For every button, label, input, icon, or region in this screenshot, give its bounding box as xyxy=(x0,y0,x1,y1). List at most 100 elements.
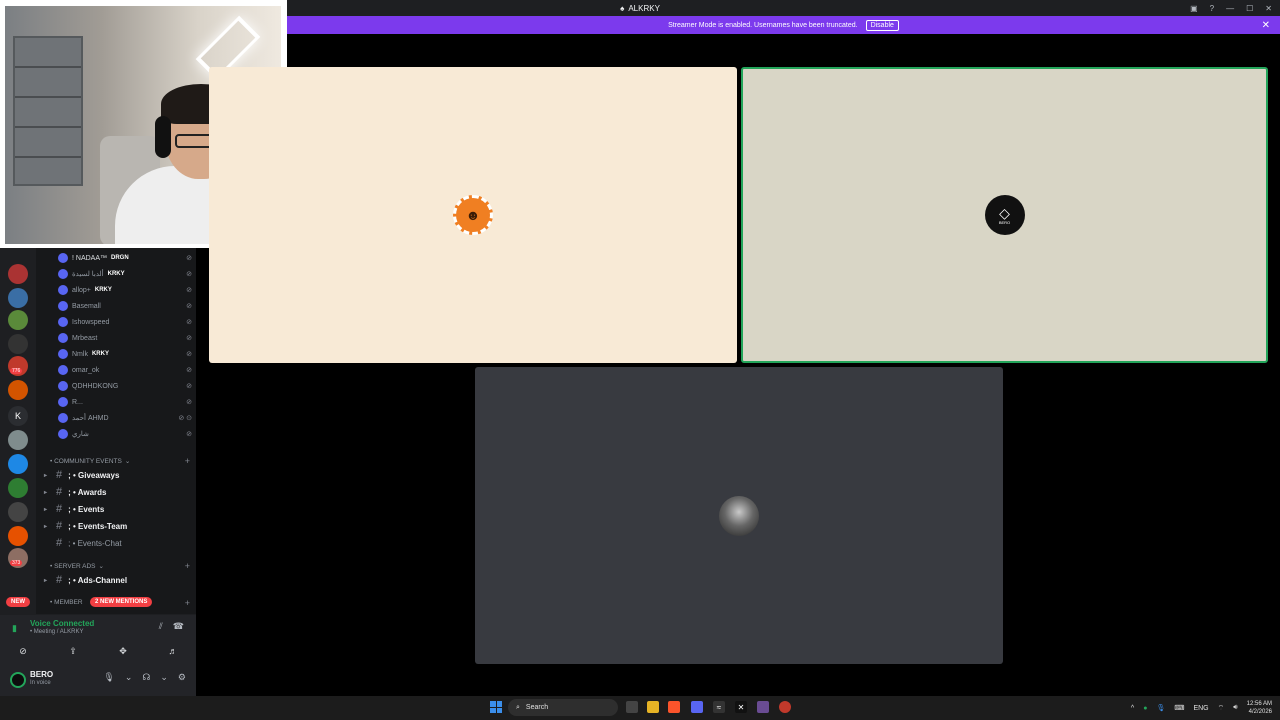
chevron-up-icon[interactable]: ^ xyxy=(1131,705,1134,712)
microphone-icon[interactable]: 🎙︎ xyxy=(103,672,114,683)
microphone-icon[interactable]: 🎙︎ xyxy=(1156,704,1165,712)
participant-tile-speaking[interactable]: ◇ BERO xyxy=(741,67,1268,363)
status-dot-icon[interactable]: ● xyxy=(1143,705,1147,712)
member-item[interactable]: Basemall ⊘ xyxy=(58,299,192,313)
category-community-events[interactable]: • COMMUNITY EVENTS ⌄ + xyxy=(50,456,190,466)
new-mentions-badge[interactable]: 2 NEW MENTIONS xyxy=(90,597,153,607)
server-icon[interactable] xyxy=(8,526,28,546)
close-button[interactable]: ✕ xyxy=(1265,4,1272,13)
gear-icon[interactable]: ⚙ xyxy=(178,672,186,683)
hash-icon: # xyxy=(56,503,63,515)
server-icon[interactable] xyxy=(8,264,28,284)
mention-count-badge: 776 xyxy=(10,368,23,374)
member-item[interactable]: omar_ok ⊘ xyxy=(58,363,192,377)
voice-status-title[interactable]: Voice Connected xyxy=(30,619,94,628)
member-item[interactable]: Mrbeast ⊘ xyxy=(58,331,192,345)
add-channel-icon[interactable]: + xyxy=(185,598,190,608)
server-icon[interactable] xyxy=(8,334,28,354)
username[interactable]: BERO xyxy=(30,670,53,679)
window-controls: ▣ ? — ☐ ✕ xyxy=(1190,0,1272,16)
server-icon[interactable] xyxy=(8,288,28,308)
disable-button[interactable]: Disable xyxy=(865,19,899,31)
member-item[interactable]: allop+ KRKY ⊘ xyxy=(58,283,192,297)
avatar xyxy=(58,349,68,359)
user-status: In voice xyxy=(30,680,51,686)
help-icon[interactable]: ? xyxy=(1210,4,1214,13)
muted-icon: ⊘ xyxy=(186,255,192,262)
server-icon[interactable] xyxy=(8,502,28,522)
clock[interactable]: 12:56 AM 4/2/2026 xyxy=(1247,700,1272,716)
new-badge[interactable]: NEW xyxy=(6,597,30,607)
maximize-button[interactable]: ☐ xyxy=(1246,4,1253,13)
server-icon[interactable] xyxy=(8,454,28,474)
channel-events-chat[interactable]: #; • Events-Chat xyxy=(44,535,184,551)
headphones-icon[interactable]: ☊ xyxy=(142,672,150,683)
muted-icon: ⊘ xyxy=(186,399,192,406)
activities-button[interactable]: ✥ xyxy=(108,643,138,659)
member-item[interactable]: ألدبا لسيدة KRKY ⊘ xyxy=(58,267,192,281)
wifi-icon[interactable]: ⌔ xyxy=(1218,704,1225,713)
member-item[interactable]: QDHHDKONG ⊘ xyxy=(58,379,192,393)
participant-tile[interactable]: ☻ xyxy=(209,67,737,363)
app-icon[interactable]: ≈ xyxy=(713,701,725,713)
inbox-icon[interactable]: ▣ xyxy=(1190,4,1198,13)
noise-suppression-icon[interactable]: ⫽ xyxy=(159,621,163,632)
server-icon[interactable] xyxy=(8,380,28,400)
screen-share-button[interactable]: ⇪ xyxy=(58,643,88,659)
camera-off-button[interactable]: ⊘ xyxy=(8,643,38,659)
participant-avatar xyxy=(719,495,759,536)
hash-icon: # xyxy=(56,486,63,498)
soundboard-button[interactable]: ♬ xyxy=(158,643,188,659)
keyboard-icon[interactable]: ⌨ xyxy=(1174,704,1184,712)
add-channel-icon[interactable]: + xyxy=(185,561,190,571)
member-item[interactable]: شاري ⊘ xyxy=(58,427,192,441)
member-item[interactable]: ! NADAA™ DRGN ⊘ xyxy=(58,251,192,265)
avatar xyxy=(58,333,68,343)
member-item[interactable]: R... ⊘ xyxy=(58,395,192,409)
channel-giveaways[interactable]: ▸ #; • Giveaways xyxy=(44,467,184,483)
server-icon[interactable] xyxy=(8,478,28,498)
chevron-down-icon[interactable]: ⌄ xyxy=(160,672,168,683)
muted-icon: ⊘ xyxy=(186,335,192,342)
language-indicator[interactable]: ENG xyxy=(1193,705,1208,712)
app-icon[interactable] xyxy=(779,701,791,713)
app-icon[interactable]: ✕ xyxy=(735,701,747,713)
channel-ads-channel[interactable]: ▸ #; • Ads-Channel xyxy=(44,572,184,588)
participant-tile[interactable] xyxy=(475,367,1003,664)
file-explorer-icon[interactable] xyxy=(647,701,659,713)
server-icon[interactable] xyxy=(8,310,28,330)
app-icon[interactable] xyxy=(757,701,769,713)
channel-events-team[interactable]: ▸ #; • Events-Team xyxy=(44,518,184,534)
server-icon-k[interactable]: K xyxy=(8,406,28,426)
volume-icon[interactable]: 🔊︎ xyxy=(1233,704,1237,712)
channel-awards[interactable]: ▸ #; • Awards xyxy=(44,484,184,500)
windows-start-icon[interactable] xyxy=(490,701,502,713)
member-item[interactable]: Nmlk KRKY ⊘ xyxy=(58,347,192,361)
muted-icon: ⊘ xyxy=(186,319,192,326)
avatar xyxy=(58,413,68,423)
task-view-icon[interactable] xyxy=(626,701,638,713)
voice-channel-name[interactable]: • Meeting / ALKRKY xyxy=(30,629,83,635)
channel-events[interactable]: ▸ #; • Events xyxy=(44,501,184,517)
taskbar-search[interactable]: ⌕ Search xyxy=(508,699,618,716)
chevron-down-icon[interactable]: ⌄ xyxy=(125,672,133,683)
browser-icon[interactable] xyxy=(668,701,680,713)
window-title: ♠ ALKRKY xyxy=(620,3,660,13)
close-icon[interactable]: ✕ xyxy=(1262,20,1270,31)
add-channel-icon[interactable]: + xyxy=(185,456,190,466)
server-icon[interactable] xyxy=(8,430,28,450)
avatar xyxy=(58,253,68,263)
category-server-ads[interactable]: • SERVER ADS ⌄ + xyxy=(50,561,190,571)
member-item[interactable]: Ishowspeed ⊘ xyxy=(58,315,192,329)
avatar xyxy=(58,285,68,295)
disconnect-icon[interactable]: ☎ xyxy=(173,621,184,632)
hash-icon: # xyxy=(56,520,63,532)
member-item[interactable]: أحمد AHMD ⊘ ⊙ xyxy=(58,411,192,425)
avatar[interactable] xyxy=(10,672,26,688)
minimize-button[interactable]: — xyxy=(1226,4,1234,13)
voice-actions: ⫽ ☎ xyxy=(159,621,184,632)
discord-icon[interactable] xyxy=(691,701,703,713)
streamer-mode-banner: Streamer Mode is enabled. Usernames have… xyxy=(287,16,1280,34)
signal-icon[interactable]: ▮ xyxy=(12,623,17,634)
avatar xyxy=(58,269,68,279)
